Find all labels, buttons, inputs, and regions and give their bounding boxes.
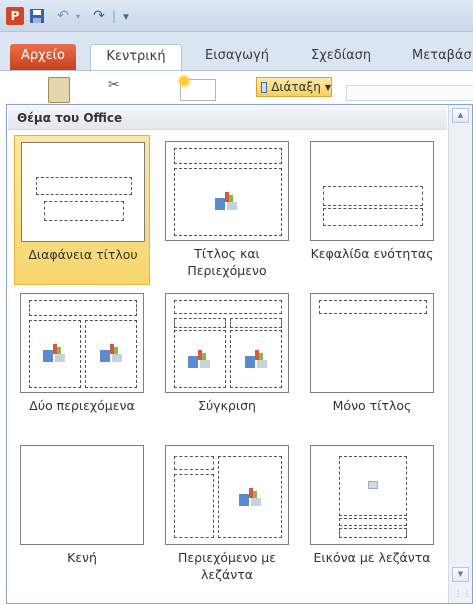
- layout-item-title-slide[interactable]: Διαφάνεια τίτλου: [14, 135, 150, 285]
- ribbon-field: [346, 85, 473, 101]
- layout-item-section-header[interactable]: Κεφαλίδα ενότητας: [304, 135, 440, 285]
- gallery-header: Θέμα του Office: [8, 106, 447, 130]
- ribbon-tabs: Αρχείο Κεντρική Εισαγωγή Σχεδίαση Μεταβά…: [0, 32, 473, 70]
- layout-item-title-only[interactable]: Μόνο τίτλος: [304, 287, 440, 437]
- tab-insert[interactable]: Εισαγωγή: [205, 44, 269, 70]
- layout-thumbnail: [310, 293, 434, 393]
- tab-design[interactable]: Σχεδίαση: [311, 44, 371, 70]
- layout-button[interactable]: Διάταξη ▼: [256, 77, 332, 97]
- cut-icon[interactable]: ✂: [108, 77, 120, 93]
- layout-thumbnail: [165, 141, 289, 241]
- layout-thumbnail: [310, 141, 434, 241]
- layout-item-blank[interactable]: Κενή: [14, 439, 150, 589]
- layout-gallery: Θέμα του Office Διαφάνεια τίτλου Τίτλος …: [6, 104, 473, 604]
- layout-thumbnail: [20, 293, 144, 393]
- layout-label: Διαφάνεια τίτλου: [28, 247, 138, 262]
- powerpoint-logo-icon[interactable]: P: [6, 7, 24, 25]
- layout-thumbnail: [21, 142, 145, 242]
- layout-thumbnail: [20, 445, 144, 545]
- scroll-down-icon[interactable]: ▼: [452, 567, 469, 582]
- layout-thumbnail: [310, 445, 434, 545]
- layout-thumbnail: [165, 293, 289, 393]
- undo-dropdown-icon[interactable]: ▾: [74, 6, 82, 26]
- customize-qat-icon[interactable]: ▾: [120, 6, 132, 26]
- layout-thumbnail: [165, 445, 289, 545]
- tab-home[interactable]: Κεντρική: [90, 44, 182, 70]
- layout-item-title-content[interactable]: Τίτλος και Περιεχόμενο: [159, 135, 295, 285]
- tab-file[interactable]: Αρχείο: [10, 44, 76, 70]
- scroll-up-icon[interactable]: ▲: [452, 108, 469, 123]
- layout-item-comparison[interactable]: Σύγκριση: [159, 287, 295, 437]
- chevron-down-icon: ▼: [324, 82, 331, 92]
- layout-label: Εικόνα με λεζάντα: [313, 550, 431, 565]
- layout-label: Μόνο τίτλος: [332, 398, 412, 413]
- redo-icon[interactable]: ↷: [90, 6, 108, 26]
- save-icon[interactable]: [28, 6, 46, 26]
- layout-label: Τίτλος και Περιεχόμενο: [187, 246, 267, 278]
- layout-icon: [261, 81, 268, 93]
- tab-transitions[interactable]: Μεταβάσ: [412, 44, 472, 70]
- layout-label: Δύο περιεχόμενα: [29, 398, 135, 413]
- gallery-scrollbar[interactable]: ▲ ▼ ⋮⋮: [448, 105, 472, 603]
- layout-label: Διάταξη: [271, 80, 321, 94]
- undo-icon[interactable]: ↶: [54, 6, 72, 26]
- new-slide-icon[interactable]: [179, 76, 216, 101]
- layout-label: Κεφαλίδα ενότητας: [310, 246, 434, 261]
- gallery-title: Θέμα του Office: [17, 111, 123, 125]
- layout-item-picture-caption[interactable]: Εικόνα με λεζάντα: [304, 439, 440, 589]
- layout-label: Σύγκριση: [198, 398, 256, 413]
- layout-item-two-content[interactable]: Δύο περιεχόμενα: [14, 287, 150, 437]
- ribbon: ✂ Διάταξη ▼: [0, 70, 473, 104]
- separator: |: [111, 9, 117, 23]
- layout-label: Κενή: [67, 550, 97, 565]
- layout-item-content-caption[interactable]: Περιεχόμενο με λεζάντα: [159, 439, 295, 589]
- paste-icon[interactable]: [48, 77, 70, 103]
- resize-grip-icon[interactable]: ⋮⋮: [454, 589, 472, 598]
- title-bar: P ↶ ▾ ↷ | ▾: [0, 0, 473, 32]
- layout-label: Περιεχόμενο με λεζάντα: [178, 550, 276, 582]
